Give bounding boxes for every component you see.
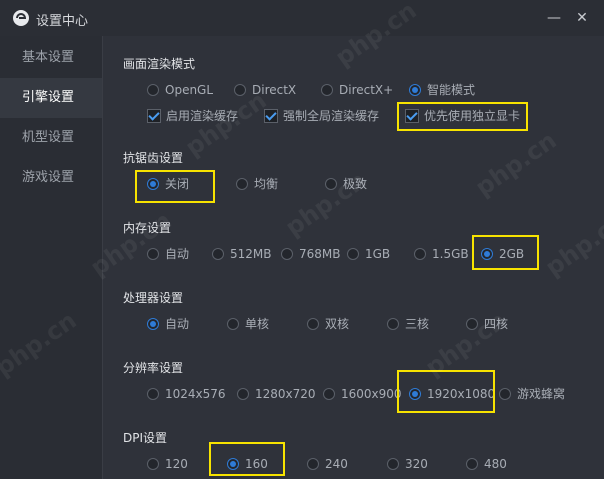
radio-icon[interactable] bbox=[307, 317, 319, 330]
radio-icon[interactable] bbox=[466, 457, 478, 470]
aa-title: 抗锯齿设置 bbox=[123, 151, 184, 165]
window-title: 设置中心 bbox=[36, 14, 89, 29]
highlight-box bbox=[397, 370, 495, 413]
cpu-option-dual[interactable]: 双核 bbox=[307, 315, 349, 333]
highlight-box bbox=[472, 235, 539, 270]
render-option-opengl[interactable]: OpenGL bbox=[147, 81, 213, 99]
resolution-option-game-hive[interactable]: 游戏蜂窝 bbox=[499, 385, 565, 403]
sidebar-item-basic[interactable]: 基本设置 bbox=[0, 38, 102, 78]
radio-selected-icon[interactable] bbox=[147, 317, 159, 330]
cpu-title: 处理器设置 bbox=[123, 291, 184, 305]
render-option-smart[interactable]: 智能模式 bbox=[409, 81, 475, 99]
highlight-box bbox=[135, 170, 215, 203]
memory-option-auto[interactable]: 自动 bbox=[147, 245, 189, 263]
resolution-option-1024x576[interactable]: 1024x576 bbox=[147, 385, 226, 403]
minimize-icon[interactable]: — bbox=[544, 8, 564, 28]
radio-icon[interactable] bbox=[321, 83, 333, 96]
radio-icon[interactable] bbox=[147, 247, 159, 260]
force-global-cache-checkbox[interactable]: 强制全局渲染缓存 bbox=[264, 107, 379, 125]
title-bar: 设置中心 — ✕ bbox=[0, 0, 604, 36]
radio-icon[interactable] bbox=[347, 247, 359, 260]
radio-icon[interactable] bbox=[237, 387, 249, 400]
sidebar-item-model[interactable]: 机型设置 bbox=[0, 118, 102, 158]
radio-icon[interactable] bbox=[414, 247, 426, 260]
sidebar-item-engine[interactable]: 引擎设置 bbox=[0, 78, 102, 118]
radio-icon[interactable] bbox=[323, 387, 335, 400]
resolution-title: 分辨率设置 bbox=[123, 361, 184, 375]
settings-panel: 画面渲染模式 OpenGL DirectX DirectX+ 智能模式 启用渲染… bbox=[103, 36, 604, 479]
render-option-directx-plus[interactable]: DirectX+ bbox=[321, 81, 393, 99]
highlight-box bbox=[209, 442, 285, 476]
resolution-option-1600x900[interactable]: 1600x900 bbox=[323, 385, 402, 403]
radio-icon[interactable] bbox=[387, 457, 399, 470]
radio-icon[interactable] bbox=[227, 317, 239, 330]
resolution-option-1280x720[interactable]: 1280x720 bbox=[237, 385, 316, 403]
cpu-option-single[interactable]: 单核 bbox=[227, 315, 269, 333]
close-icon[interactable]: ✕ bbox=[572, 8, 592, 28]
dpi-option-120[interactable]: 120 bbox=[147, 455, 188, 473]
radio-icon[interactable] bbox=[236, 177, 248, 190]
memory-option-512mb[interactable]: 512MB bbox=[212, 245, 272, 263]
radio-icon[interactable] bbox=[147, 387, 159, 400]
aa-option-balanced[interactable]: 均衡 bbox=[236, 175, 278, 193]
radio-icon[interactable] bbox=[147, 457, 159, 470]
dpi-option-240[interactable]: 240 bbox=[307, 455, 348, 473]
radio-icon[interactable] bbox=[281, 247, 293, 260]
sidebar-item-game[interactable]: 游戏设置 bbox=[0, 158, 102, 198]
highlight-box bbox=[397, 102, 528, 131]
dpi-option-480[interactable]: 480 bbox=[466, 455, 507, 473]
radio-icon[interactable] bbox=[307, 457, 319, 470]
radio-selected-icon[interactable] bbox=[409, 83, 421, 96]
cpu-option-triple[interactable]: 三核 bbox=[387, 315, 429, 333]
memory-option-768mb[interactable]: 768MB bbox=[281, 245, 341, 263]
radio-icon[interactable] bbox=[499, 387, 511, 400]
cpu-option-auto[interactable]: 自动 bbox=[147, 315, 189, 333]
radio-icon[interactable] bbox=[387, 317, 399, 330]
app-logo-icon bbox=[13, 10, 29, 26]
render-mode-title: 画面渲染模式 bbox=[123, 57, 196, 71]
dpi-option-320[interactable]: 320 bbox=[387, 455, 428, 473]
checkbox-checked-icon[interactable] bbox=[147, 108, 161, 123]
radio-icon[interactable] bbox=[212, 247, 224, 260]
dpi-title: DPI设置 bbox=[123, 431, 168, 445]
memory-option-1gb[interactable]: 1GB bbox=[347, 245, 390, 263]
memory-option-1-5gb[interactable]: 1.5GB bbox=[414, 245, 469, 263]
radio-icon[interactable] bbox=[147, 83, 159, 96]
